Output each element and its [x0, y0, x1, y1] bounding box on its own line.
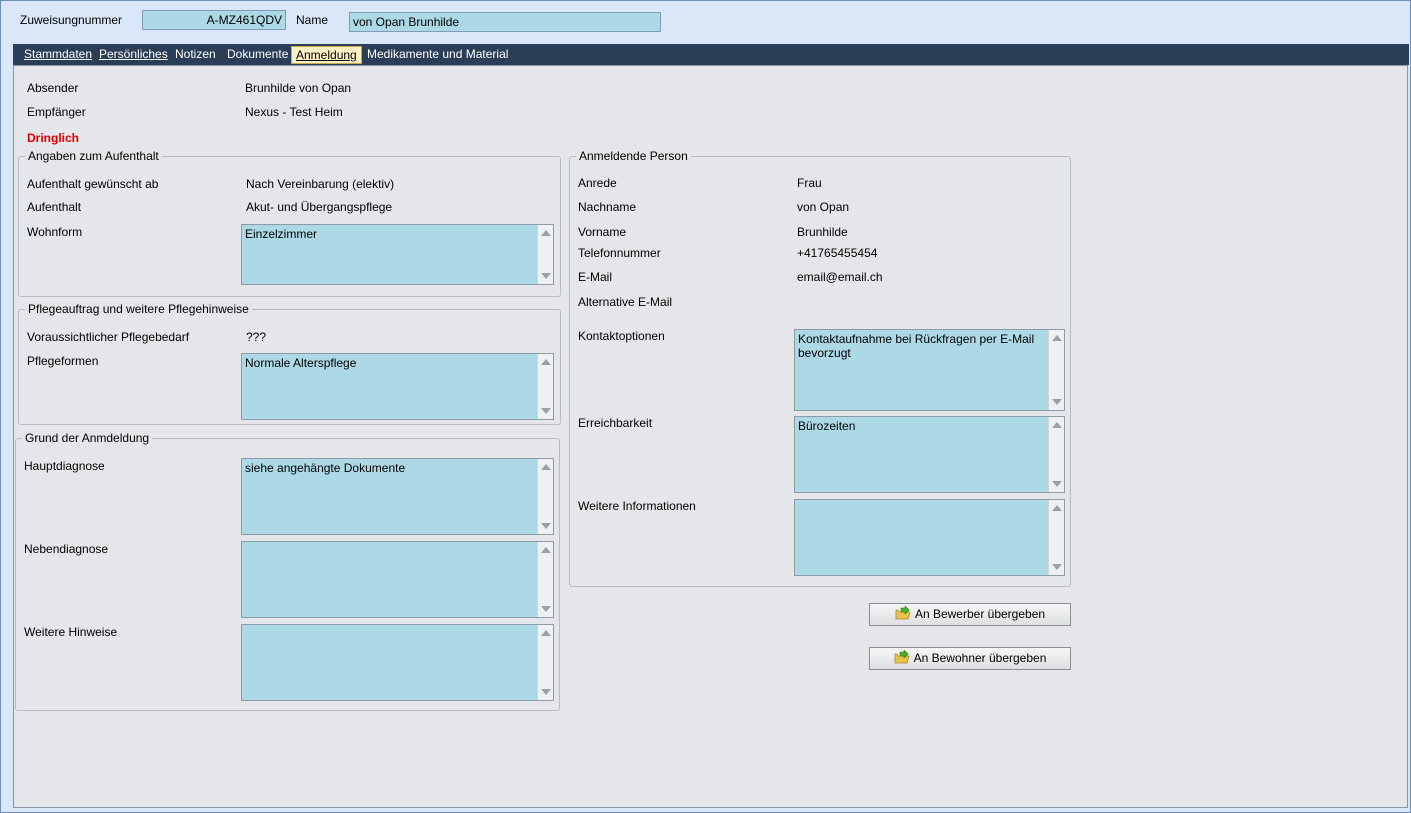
weitere-info-textarea[interactable]	[794, 499, 1065, 576]
hinweise-label: Weitere Hinweise	[24, 625, 118, 639]
group-person: Anmeldende Person Anrede Frau Nachname v…	[569, 149, 1071, 587]
telefon-label: Telefonnummer	[578, 246, 661, 260]
name-field[interactable]: von Opan Brunhilde	[349, 12, 661, 32]
anrede-value: Frau	[797, 176, 822, 190]
group-person-title: Anmeldende Person	[576, 149, 691, 163]
erreichbarkeit-scrollbar[interactable]	[1048, 417, 1064, 492]
weitere-info-label: Weitere Informationen	[578, 499, 696, 513]
scroll-up-icon[interactable]	[541, 630, 551, 636]
an-bewohner-label: An Bewohner übergeben	[913, 651, 1047, 665]
tab-anmeldung[interactable]: Anmeldung	[291, 46, 362, 64]
empfaenger-label: Empfänger	[27, 105, 86, 119]
scroll-down-icon[interactable]	[1052, 481, 1062, 487]
tab-dokumente[interactable]: Dokumente	[227, 47, 288, 61]
pflegebedarf-label: Voraussichtlicher Pflegebedarf	[27, 330, 190, 344]
group-grund-title: Grund der Anmdeldung	[22, 431, 153, 445]
aufenthalt-gewuenscht-label: Aufenthalt gewünscht ab	[27, 177, 159, 191]
zuweisung-label: Zuweisungnummer	[20, 13, 123, 27]
pflegeformen-label: Pflegeformen	[27, 354, 99, 368]
kontakt-scrollbar[interactable]	[1048, 330, 1064, 410]
nachname-value: von Opan	[797, 200, 850, 214]
pflegebedarf-value: ???	[246, 330, 267, 344]
aufenthalt-gewuenscht-value: Nach Vereinbarung (elektiv)	[246, 177, 395, 191]
anrede-label: Anrede	[578, 176, 617, 190]
tab-bar: Stammdaten Persönliches Notizen Dokument…	[13, 44, 1409, 65]
scroll-up-icon[interactable]	[541, 547, 551, 553]
absender-value: Brunhilde von Opan	[245, 81, 352, 95]
nebendiagnose-scrollbar[interactable]	[537, 542, 553, 617]
pflegeformen-text: Normale Alterspflege	[245, 356, 357, 370]
kontakt-textarea[interactable]: Kontaktaufnahme bei Rückfragen per E-Mai…	[794, 329, 1065, 411]
tab-stammdaten-label: Stammdaten	[24, 47, 93, 61]
aufenthalt-label: Aufenthalt	[27, 200, 82, 214]
scroll-up-icon[interactable]	[1052, 335, 1062, 341]
tab-stammdaten[interactable]: Stammdaten	[24, 47, 92, 61]
group-aufenthalt-title: Angaben zum Aufenthalt	[25, 149, 162, 163]
weitere-info-scrollbar[interactable]	[1048, 500, 1064, 575]
window: Zuweisungnummer A-MZ461QDV Name von Opan…	[0, 0, 1411, 813]
tab-anmeldung-label: Anmeldung	[296, 48, 357, 62]
nachname-label: Nachname	[578, 200, 637, 214]
empfaenger-value: Nexus - Test Heim	[245, 105, 343, 119]
folder-arrow-icon	[895, 606, 911, 620]
group-grund: Grund der Anmdeldung Hauptdiagnose siehe…	[15, 431, 560, 711]
folder-arrow-icon	[894, 650, 910, 664]
group-aufenthalt: Angaben zum Aufenthalt Aufenthalt gewüns…	[18, 149, 561, 297]
an-bewerber-button[interactable]: An Bewerber übergeben	[869, 603, 1071, 626]
nebendiagnose-label: Nebendiagnose	[24, 542, 109, 556]
scroll-up-icon[interactable]	[1052, 422, 1062, 428]
scroll-down-icon[interactable]	[1052, 564, 1062, 570]
scroll-up-icon[interactable]	[541, 230, 551, 236]
erreichbarkeit-textarea[interactable]: Bürozeiten	[794, 416, 1065, 493]
wohnform-scrollbar[interactable]	[537, 225, 553, 284]
scroll-up-icon[interactable]	[541, 359, 551, 365]
group-pflege-title: Pflegeauftrag und weitere Pflegehinweise	[25, 302, 252, 316]
hauptdiagnose-label: Hauptdiagnose	[24, 459, 105, 473]
hauptdiagnose-textarea[interactable]: siehe angehängte Dokumente	[241, 458, 554, 535]
kontakt-label: Kontaktoptionen	[578, 329, 665, 343]
scroll-up-icon[interactable]	[1052, 505, 1062, 511]
scroll-down-icon[interactable]	[1052, 399, 1062, 405]
erreichbarkeit-text: Bürozeiten	[798, 419, 856, 433]
hinweise-textarea[interactable]	[241, 624, 554, 701]
scroll-down-icon[interactable]	[541, 273, 551, 279]
email-value: email@email.ch	[797, 270, 883, 284]
tab-notizen[interactable]: Notizen	[175, 47, 216, 61]
wohnform-text: Einzelzimmer	[245, 227, 318, 241]
alt-email-label: Alternative E-Mail	[578, 295, 673, 309]
hauptdiagnose-text: siehe angehängte Dokumente	[245, 461, 406, 475]
zuweisung-field[interactable]: A-MZ461QDV	[142, 10, 286, 30]
tab-persoenliches-label: Persönliches	[99, 47, 168, 61]
content-panel: Absender Brunhilde von Opan Empfänger Ne…	[13, 65, 1408, 808]
scroll-up-icon[interactable]	[541, 464, 551, 470]
scroll-down-icon[interactable]	[541, 408, 551, 414]
telefon-value: +41765455454	[797, 246, 878, 260]
scroll-down-icon[interactable]	[541, 689, 551, 695]
tab-persoenliches[interactable]: Persönliches	[99, 47, 168, 61]
erreichbarkeit-label: Erreichbarkeit	[578, 416, 653, 430]
vorname-label: Vorname	[578, 225, 627, 239]
absender-label: Absender	[27, 81, 79, 95]
scroll-down-icon[interactable]	[541, 523, 551, 529]
nebendiagnose-textarea[interactable]	[241, 541, 554, 618]
an-bewerber-label: An Bewerber übergeben	[914, 607, 1046, 621]
scroll-down-icon[interactable]	[541, 606, 551, 612]
header: Zuweisungnummer A-MZ461QDV Name von Opan…	[1, 1, 1410, 43]
hauptdiagnose-scrollbar[interactable]	[537, 459, 553, 534]
kontakt-text: Kontaktaufnahme bei Rückfragen per E-Mai…	[798, 332, 1035, 360]
group-pflege: Pflegeauftrag und weitere Pflegehinweise…	[18, 302, 561, 425]
an-bewohner-button[interactable]: An Bewohner übergeben	[869, 647, 1071, 670]
vorname-value: Brunhilde	[797, 225, 848, 239]
aufenthalt-value: Akut- und Übergangspflege	[246, 200, 393, 214]
hinweise-scrollbar[interactable]	[537, 625, 553, 700]
email-label: E-Mail	[578, 270, 613, 284]
tab-medikamente[interactable]: Medikamente und Material	[367, 47, 508, 61]
pflegeformen-scrollbar[interactable]	[537, 354, 553, 419]
pflegeformen-textarea[interactable]: Normale Alterspflege	[241, 353, 554, 420]
urgent-label: Dringlich	[27, 131, 80, 145]
name-label: Name	[296, 13, 329, 27]
wohnform-textarea[interactable]: Einzelzimmer	[241, 224, 554, 285]
wohnform-label: Wohnform	[27, 225, 83, 239]
